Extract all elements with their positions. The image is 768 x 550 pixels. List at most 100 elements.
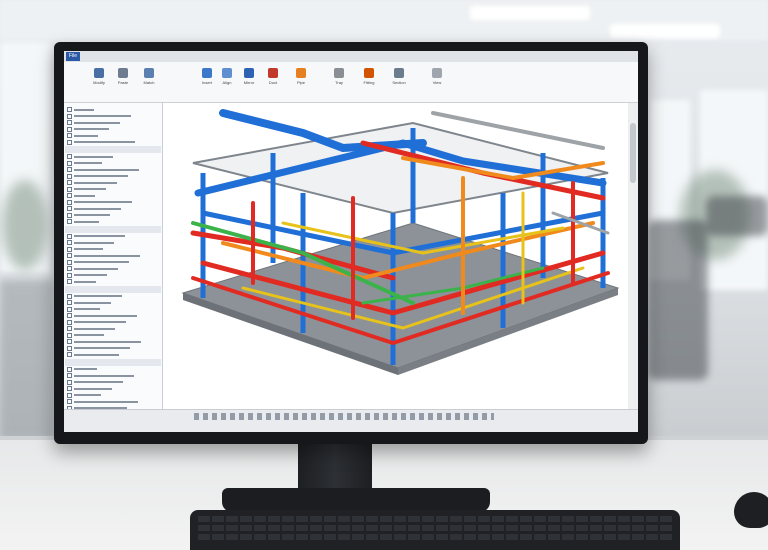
- checkbox-icon[interactable]: [67, 386, 72, 392]
- ribbon-tool-label: Paste: [117, 80, 129, 85]
- checkbox-icon[interactable]: [67, 219, 72, 225]
- properties-row: [67, 352, 119, 358]
- ribbon-tool-duct[interactable]: Duct: [260, 68, 286, 98]
- property-text: [74, 400, 138, 403]
- checkbox-icon[interactable]: [67, 373, 72, 379]
- checkbox-icon[interactable]: [67, 379, 72, 385]
- properties-row: [67, 219, 99, 225]
- ribbon: Modify Paste Match Insert Align Mirror Duct Pip…: [64, 62, 638, 103]
- ribbon-tool-section[interactable]: Section: [386, 68, 412, 98]
- vertical-scrollbar[interactable]: [628, 103, 638, 409]
- title-bar: File: [64, 51, 638, 62]
- checkbox-icon[interactable]: [67, 272, 72, 278]
- properties-section-header[interactable]: [65, 285, 161, 293]
- ribbon-tool-label: View: [432, 80, 442, 85]
- keyboard: [190, 510, 680, 550]
- ribbon-tool-fitting[interactable]: Fitting: [356, 68, 382, 98]
- checkbox-icon[interactable]: [67, 199, 72, 205]
- checkbox-icon[interactable]: [67, 332, 72, 338]
- tray-icon: [334, 68, 344, 78]
- checkbox-icon[interactable]: [67, 167, 72, 173]
- properties-row: [67, 293, 122, 300]
- properties-row: [67, 139, 135, 146]
- 3d-viewport[interactable]: [163, 103, 628, 409]
- checkbox-icon[interactable]: [67, 107, 72, 113]
- properties-row: [67, 279, 96, 285]
- ribbon-tool-paste[interactable]: Paste: [110, 68, 136, 98]
- screen: File Modify Paste Match Insert Align Mirror Du…: [64, 51, 638, 432]
- property-text: [74, 141, 135, 144]
- properties-row: [67, 259, 129, 266]
- checkbox-icon[interactable]: [67, 206, 72, 212]
- property-text: [74, 248, 103, 251]
- ribbon-tool-mirror[interactable]: Mirror: [236, 68, 262, 98]
- ribbon-tool-match[interactable]: Match: [136, 68, 162, 98]
- property-text: [74, 334, 104, 337]
- align-icon: [222, 68, 232, 78]
- ribbon-tool-modify[interactable]: Modify: [86, 68, 112, 98]
- checkbox-icon[interactable]: [67, 186, 72, 192]
- checkbox-icon[interactable]: [67, 306, 72, 312]
- checkbox-icon[interactable]: [67, 240, 72, 246]
- property-text: [74, 121, 120, 124]
- checkbox-icon[interactable]: [67, 233, 72, 239]
- checkbox-icon[interactable]: [67, 279, 72, 285]
- checkbox-icon[interactable]: [67, 139, 72, 145]
- properties-section-header[interactable]: [65, 225, 161, 233]
- properties-row: [67, 266, 118, 272]
- checkbox-icon[interactable]: [67, 160, 72, 166]
- property-text: [74, 201, 132, 204]
- monitor: File Modify Paste Match Insert Align Mirror Du…: [54, 42, 648, 444]
- properties-section-header[interactable]: [65, 146, 161, 153]
- property-text: [74, 188, 106, 191]
- properties-row: [67, 379, 123, 386]
- checkbox-icon[interactable]: [67, 352, 72, 358]
- checkbox-icon[interactable]: [67, 113, 72, 119]
- view-control-icons[interactable]: [194, 413, 494, 420]
- property-text: [74, 175, 128, 178]
- checkbox-icon[interactable]: [67, 266, 72, 272]
- checkbox-icon[interactable]: [67, 212, 72, 218]
- checkbox-icon[interactable]: [67, 133, 72, 139]
- scrollbar-thumb[interactable]: [630, 123, 636, 183]
- mep-model[interactable]: [163, 103, 628, 409]
- ribbon-tool-view[interactable]: View: [424, 68, 450, 98]
- ribbon-tool-pipe[interactable]: Pipe: [288, 68, 314, 98]
- checkbox-icon[interactable]: [67, 399, 72, 405]
- ribbon-tool-tray[interactable]: Tray: [326, 68, 352, 98]
- checkbox-icon[interactable]: [67, 313, 72, 319]
- ribbon-tool-label: Match: [143, 80, 155, 85]
- property-text: [74, 220, 99, 223]
- checkbox-icon[interactable]: [67, 253, 72, 259]
- property-text: [74, 261, 129, 264]
- properties-section-header[interactable]: [65, 358, 161, 366]
- checkbox-icon[interactable]: [67, 345, 72, 351]
- property-text: [74, 308, 100, 311]
- checkbox-icon[interactable]: [67, 180, 72, 186]
- checkbox-icon[interactable]: [67, 319, 72, 325]
- checkbox-icon[interactable]: [67, 300, 72, 306]
- property-text: [74, 181, 117, 184]
- checkbox-icon[interactable]: [67, 293, 72, 299]
- checkbox-icon[interactable]: [67, 259, 72, 265]
- property-text: [74, 321, 126, 324]
- checkbox-icon[interactable]: [67, 120, 72, 126]
- app-menu-button[interactable]: File: [66, 52, 80, 61]
- ceiling-light: [610, 24, 720, 38]
- property-text: [74, 295, 122, 298]
- properties-row: [67, 399, 138, 405]
- checkbox-icon[interactable]: [67, 154, 72, 160]
- checkbox-icon[interactable]: [67, 126, 72, 132]
- properties-row: [67, 133, 98, 139]
- checkbox-icon[interactable]: [67, 173, 72, 179]
- checkbox-icon[interactable]: [67, 193, 72, 199]
- checkbox-icon[interactable]: [67, 392, 72, 398]
- properties-row: [67, 173, 128, 180]
- checkbox-icon[interactable]: [67, 366, 72, 372]
- checkbox-icon[interactable]: [67, 339, 72, 345]
- properties-row: [67, 332, 104, 339]
- checkbox-icon[interactable]: [67, 326, 72, 332]
- checkbox-icon[interactable]: [67, 246, 72, 252]
- property-text: [74, 214, 110, 217]
- properties-row: [67, 306, 100, 313]
